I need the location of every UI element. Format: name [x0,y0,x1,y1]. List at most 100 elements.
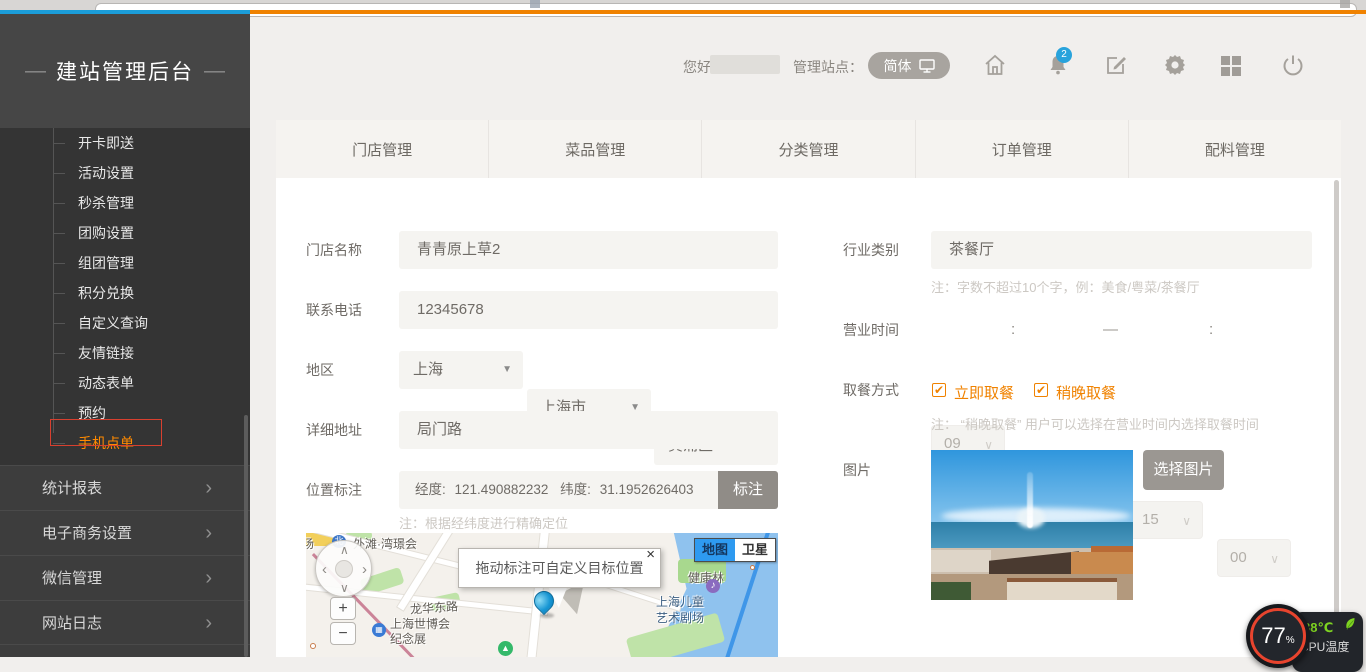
manage-site-label: 管理站点： [793,57,863,77]
tab-order-management[interactable]: 订单管理 [915,120,1128,178]
address-input[interactable]: 局门路 [399,411,778,449]
photo-building [1007,578,1117,600]
map-poi-dot [310,643,316,649]
checkbox-immediate-pickup[interactable]: ✔ [932,383,946,397]
hours-label: 营业时间 [843,311,899,349]
museum-poi-icon: ▦ [372,623,386,637]
map-label-edge: 场 [306,535,314,552]
caret-down-icon: ∨ [1270,541,1279,577]
leaf-icon [1344,617,1356,631]
gauge-percent: 77 % [1250,608,1306,664]
sidebar-item-group-manage[interactable]: 组团管理 [0,248,250,278]
monitor-icon [919,59,935,73]
map-type-satellite-button[interactable]: 卫星 [735,539,775,561]
immediate-pickup-label[interactable]: 立即取餐 [954,382,1014,403]
chevron-right-icon: › [205,601,212,646]
map-poi-dot [750,565,755,570]
sidebar-item-groupbuy[interactable]: 团购设置 [0,218,250,248]
location-input[interactable]: 经度: 121.490882232 纬度: 31.1952626403 [399,471,718,509]
sidebar-item-dynamic-form[interactable]: 动态表单 [0,368,250,398]
map-widget[interactable]: 场 北 外滩·湾璟会 龙华东路 ▦ 上海世博会 纪念展 ▲ 健康林 ♪ 上海儿童… [306,533,778,657]
image-label: 图片 [843,451,871,489]
home-icon[interactable] [983,53,1007,77]
percent-sign: % [1286,635,1295,646]
browser-bookmark-icon[interactable] [1340,0,1350,8]
photo-trees [931,582,971,600]
grid-square [1221,56,1230,65]
grid-square [1232,67,1241,76]
pickup-label: 取餐方式 [843,371,899,409]
map-label-expo2: 纪念展 [390,630,426,647]
map-pan-control[interactable]: ∧ ∨ ‹ › [315,540,372,597]
photo-building [931,550,991,572]
time-colon: : [1209,311,1213,349]
notification-badge: 2 [1056,47,1072,63]
close-hour-select[interactable]: 15 ∨ [1129,501,1203,539]
pan-left-icon[interactable]: ‹ [322,561,327,578]
sidebar-item-activity[interactable]: 活动设置 [0,158,250,188]
sidebar-section-logs[interactable]: 网站日志 › [0,600,250,645]
sidebar-section-reports[interactable]: 统计报表› [0,465,250,510]
sidebar-item-card-gift[interactable]: 开卡即送 [0,128,250,158]
close-icon[interactable]: × [646,547,655,563]
close-minute-value: 00 [1230,549,1247,566]
phone-input[interactable]: 12345678 [399,291,778,329]
pan-down-icon[interactable]: ∨ [340,581,349,595]
checkbox-later-pickup[interactable]: ✔ [1034,383,1048,397]
store-name-input[interactable]: 青青原上草2 [399,231,778,269]
language-pill-button[interactable]: 简体 [868,52,950,79]
pan-right-icon[interactable]: › [362,561,367,578]
location-note: 注：根据经纬度进行精确定位 [399,513,568,532]
tab-bar: 门店管理 菜品管理 分类管理 订单管理 配料管理 [276,120,1341,178]
content-scrollbar[interactable] [1334,180,1339,657]
tab-ingredient-management[interactable]: 配料管理 [1128,120,1341,178]
map-zoom-control: + − [330,597,356,645]
chevron-right-icon: › [205,556,212,601]
edit-icon[interactable] [1104,53,1128,77]
province-value: 上海 [413,361,443,378]
caret-down-icon: ∨ [1182,503,1191,539]
zoom-out-button[interactable]: − [330,622,356,645]
store-photo-thumbnail[interactable] [931,450,1133,600]
pan-up-icon[interactable]: ∧ [340,543,349,557]
category-input[interactable]: 茶餐厅 [931,231,1312,269]
browser-addressbar-icon [530,0,540,8]
gear-icon[interactable] [1163,53,1187,77]
chevron-right-icon: › [205,511,212,556]
mark-location-button[interactable]: 标注 [718,471,778,509]
photo-fountain-jet [1027,472,1033,528]
map-type-control: 地图 卫星 [694,538,776,562]
power-icon[interactable] [1281,53,1305,77]
lng-value: 121.490882232 [455,482,549,497]
later-pickup-label[interactable]: 稍晚取餐 [1056,382,1116,403]
map-label-theater2: 艺术剧场 [656,609,704,626]
tab-category-management[interactable]: 分类管理 [701,120,914,178]
sidebar-item-custom-query[interactable]: 自定义查询 [0,308,250,338]
section-label: 网站日志 [42,615,102,632]
music-poi-icon: ♪ [706,579,720,593]
sidebar-scrollbar[interactable] [244,415,248,657]
language-label: 简体 [884,56,912,76]
tab-store-management[interactable]: 门店管理 [276,120,488,178]
zoom-in-button[interactable]: + [330,597,356,620]
close-hour-value: 15 [1142,511,1159,528]
map-type-map-button[interactable]: 地图 [695,539,735,561]
sidebar-item-points[interactable]: 积分兑换 [0,278,250,308]
choose-image-button[interactable]: 选择图片 [1143,450,1224,490]
title-dash-right: — [204,59,225,83]
apps-grid-icon[interactable] [1221,56,1241,76]
close-minute-select[interactable]: 00 ∨ [1217,539,1291,577]
pan-knob[interactable] [335,560,353,578]
sidebar-section-wechat[interactable]: 微信管理 › [0,555,250,600]
category-note: 注：字数不超过10个字，例：美食/粤菜/茶餐厅 [931,277,1200,296]
phone-label: 联系电话 [306,291,362,329]
photo-building [1071,552,1133,574]
sidebar-item-links[interactable]: 友情链接 [0,338,250,368]
section-label: 微信管理 [42,570,102,587]
province-select[interactable]: 上海▼ [399,351,523,389]
section-label: 统计报表 [42,480,102,497]
greeting-text: 您好 [683,57,711,77]
tab-dish-management[interactable]: 菜品管理 [488,120,701,178]
sidebar-item-seckill[interactable]: 秒杀管理 [0,188,250,218]
sidebar-section-ecommerce[interactable]: 电子商务设置› [0,510,250,555]
